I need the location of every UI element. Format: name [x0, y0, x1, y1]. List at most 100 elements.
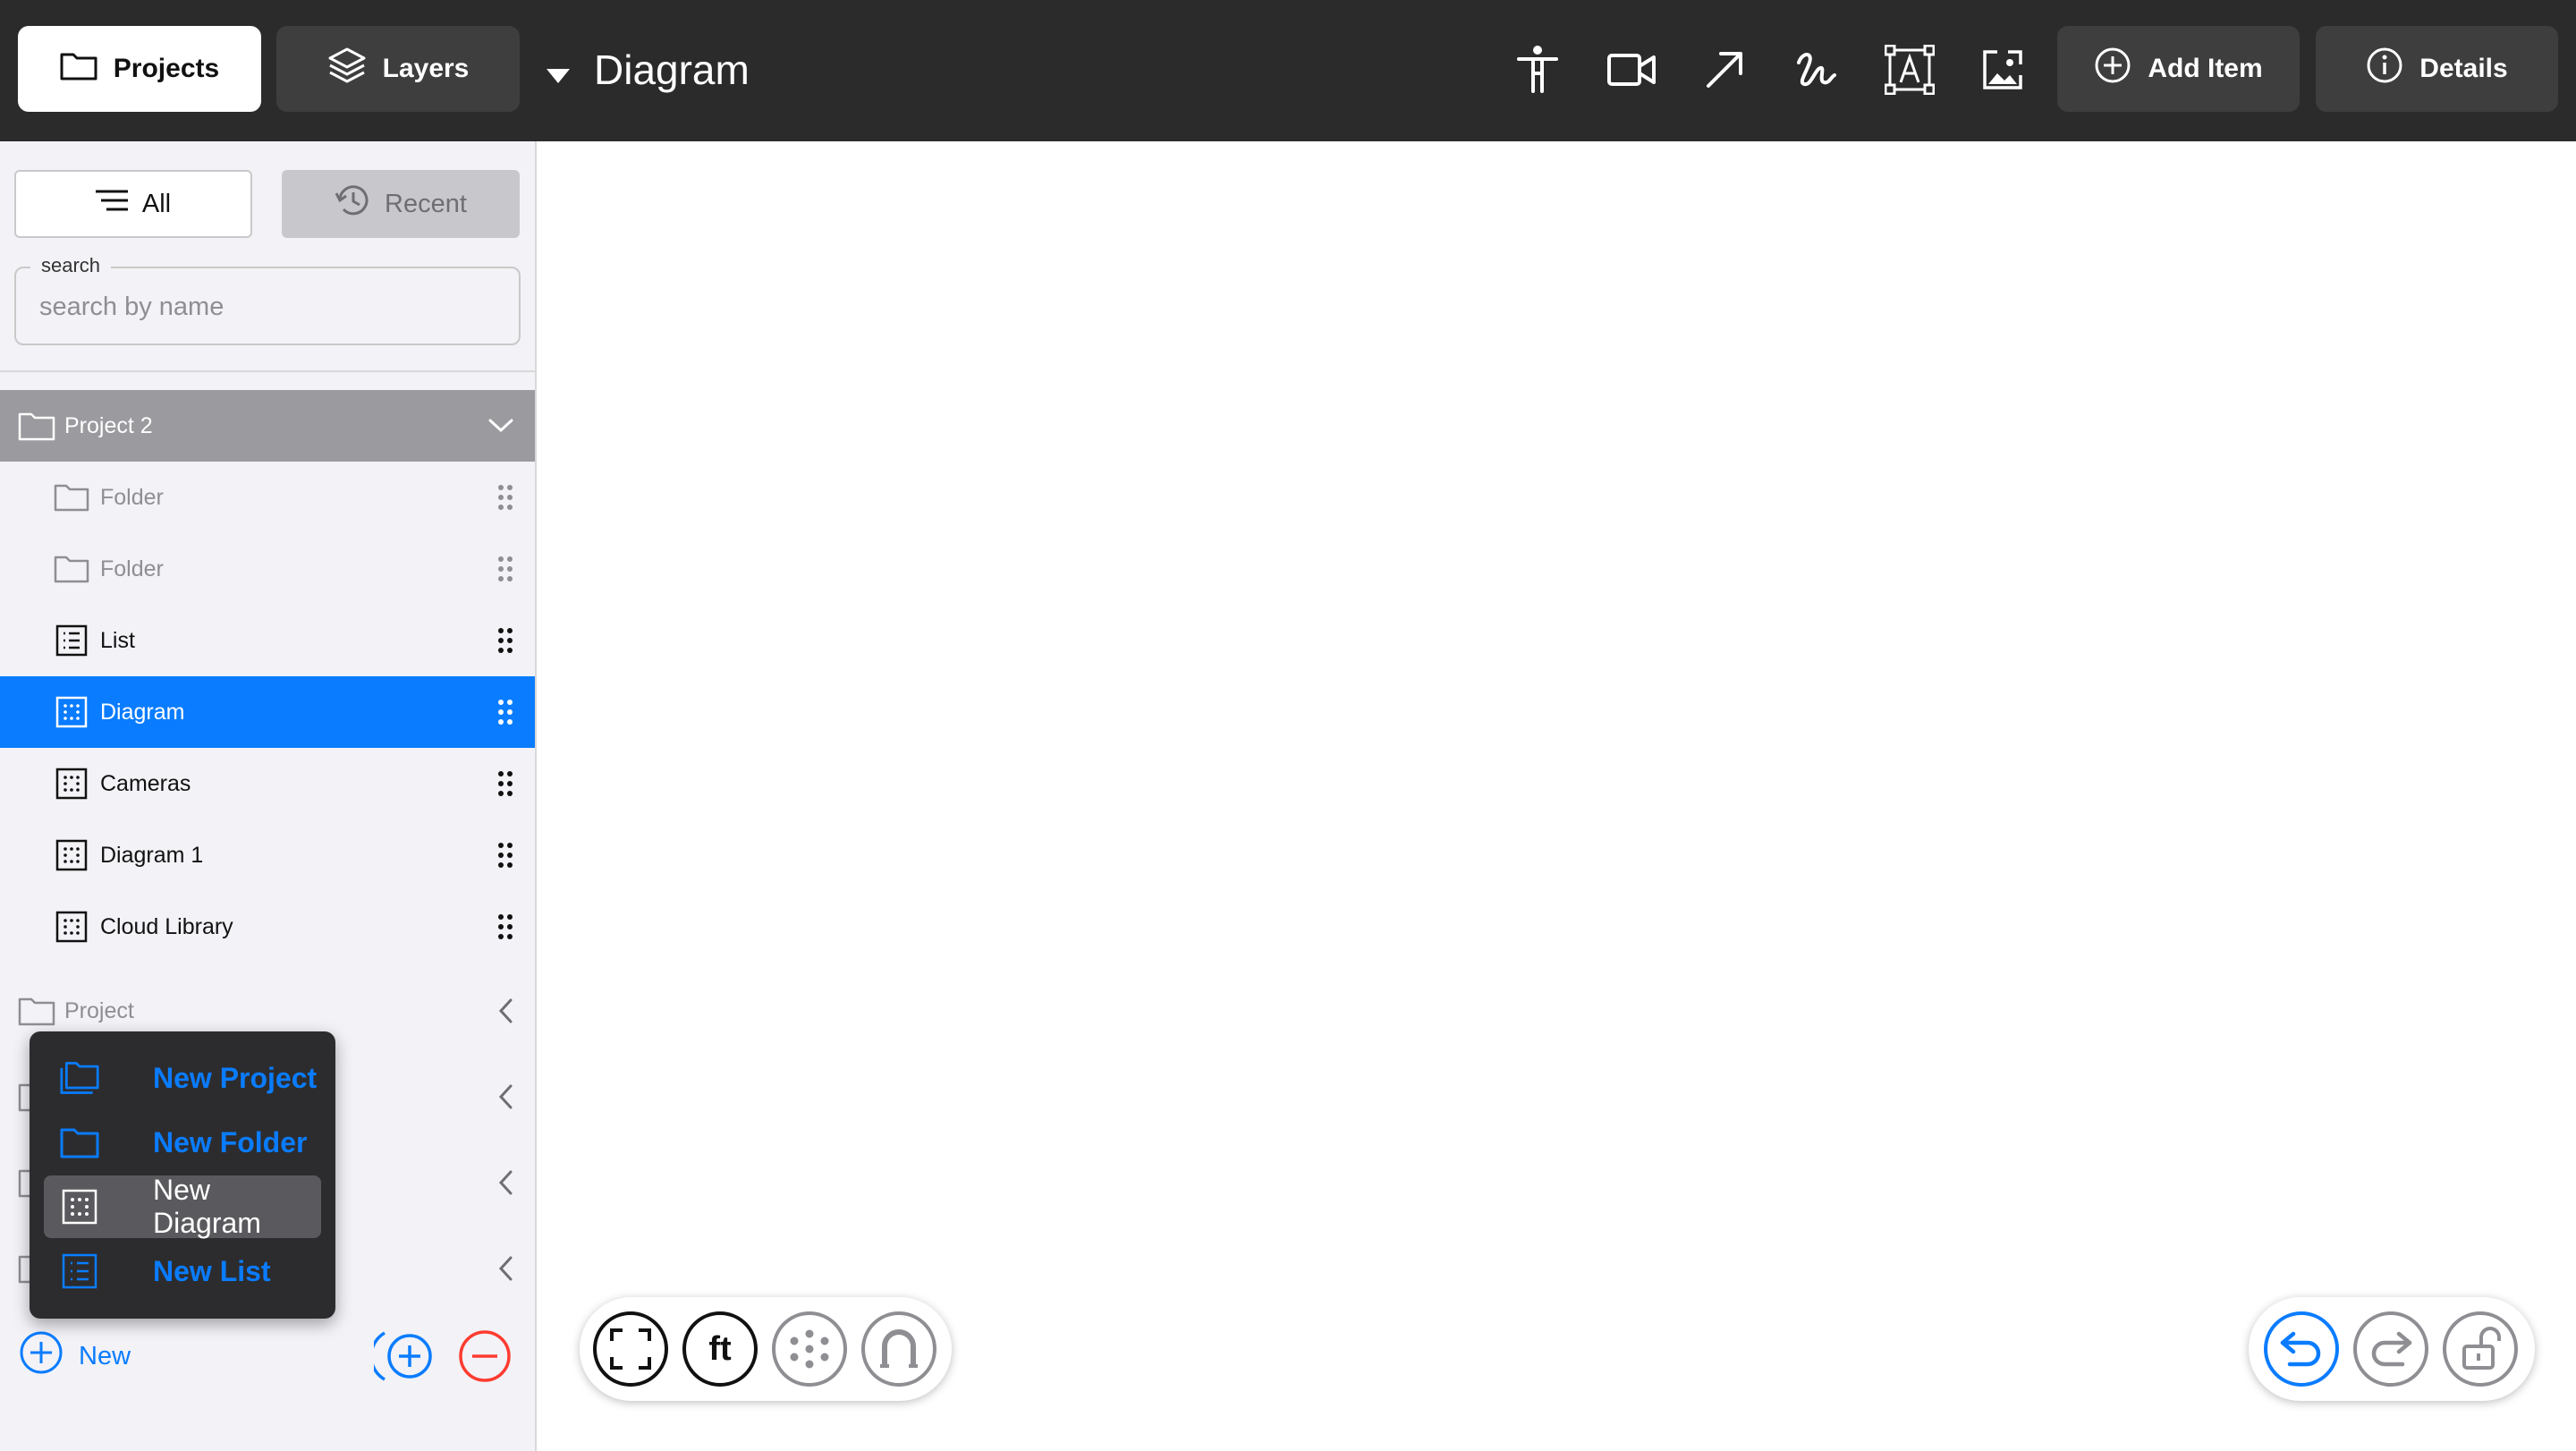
units-label: ft	[708, 1329, 732, 1368]
folder-icon	[60, 50, 97, 88]
folder-icon	[18, 996, 55, 1026]
folder-icon	[18, 411, 55, 441]
diagram-icon	[55, 911, 88, 943]
diagram-title-dropdown[interactable]: Diagram	[546, 36, 750, 104]
list-filter-icon	[95, 189, 128, 219]
chevron-left-icon[interactable]	[497, 1256, 513, 1281]
chevron-down-icon[interactable]	[488, 418, 513, 434]
folder-icon	[54, 555, 89, 583]
minus-circle-icon	[456, 1330, 513, 1388]
tree-item-diagram[interactable]: Diagram	[0, 676, 535, 748]
undo-button[interactable]	[2263, 1311, 2340, 1387]
new-label: New	[79, 1341, 131, 1370]
projects-button[interactable]: Projects	[18, 26, 261, 112]
menu-item-new-diagram[interactable]: New Diagram	[44, 1174, 321, 1239]
project-name: Project 2	[64, 412, 153, 438]
unlock-icon	[2443, 1311, 2518, 1387]
project-row-project-2[interactable]: Project 2	[0, 390, 535, 462]
tree-item-list[interactable]: List	[0, 605, 535, 676]
add-nested-button[interactable]	[369, 1328, 438, 1388]
text-box-icon[interactable]	[1879, 39, 1940, 100]
tree-item-label: Diagram 1	[100, 842, 204, 868]
freehand-icon[interactable]	[1786, 39, 1847, 100]
accessibility-icon[interactable]	[1507, 39, 1568, 100]
video-camera-icon[interactable]	[1601, 39, 1662, 100]
tree-item-folder[interactable]: Folder	[0, 462, 535, 533]
diagram-icon	[55, 696, 88, 728]
menu-item-label: New Diagram	[153, 1174, 261, 1239]
arrow-icon[interactable]	[1694, 39, 1755, 100]
grid-icon	[772, 1311, 847, 1387]
tree-item-label: Cloud Library	[100, 913, 233, 939]
info-icon	[2366, 47, 2403, 91]
page-title: Diagram	[594, 47, 750, 93]
chevron-left-icon[interactable]	[497, 1170, 513, 1195]
menu-item-new-folder[interactable]: New Folder	[44, 1111, 321, 1174]
units-toggle-button[interactable]: ft	[682, 1311, 758, 1387]
remove-button[interactable]	[456, 1328, 513, 1385]
redo-icon	[2353, 1311, 2428, 1387]
image-icon[interactable]	[1972, 39, 2033, 100]
tree-item-label: Folder	[100, 556, 164, 581]
filter-all-label: All	[141, 189, 172, 218]
drag-handle-icon[interactable]	[497, 484, 513, 511]
drag-handle-icon[interactable]	[497, 699, 513, 726]
tree-item-label: Diagram	[100, 699, 185, 725]
tree-item-label: List	[100, 627, 135, 653]
tree-item-folder[interactable]: Folder	[0, 533, 535, 605]
diagram-icon	[55, 839, 88, 871]
tree-item-diagram-1[interactable]: Diagram 1	[0, 819, 535, 891]
details-label: Details	[2419, 54, 2508, 83]
search-field[interactable]: search	[14, 254, 521, 345]
tree-item-label: Folder	[100, 484, 164, 510]
filter-recent-button[interactable]: Recent	[282, 170, 520, 238]
fullscreen-icon	[593, 1311, 668, 1387]
menu-item-label: New Folder	[153, 1125, 308, 1158]
project-name: Project	[64, 997, 134, 1023]
drag-handle-icon[interactable]	[497, 770, 513, 797]
redo-button[interactable]	[2352, 1311, 2429, 1387]
history-icon	[335, 182, 370, 225]
drag-handle-icon[interactable]	[497, 556, 513, 582]
add-item-button[interactable]: Add Item	[2057, 26, 2300, 112]
filter-recent-label: Recent	[385, 189, 467, 218]
plus-in-parentheses-icon	[369, 1331, 438, 1388]
new-item-menu: New Project New Folder New Diagram New L…	[30, 1031, 335, 1319]
tree-item-cloud-library[interactable]: Cloud Library	[0, 891, 535, 963]
canvas-view-controls: ft	[580, 1297, 952, 1401]
drag-handle-icon[interactable]	[497, 842, 513, 869]
filter-all-button[interactable]: All	[14, 170, 252, 238]
search-input[interactable]	[39, 284, 487, 329]
menu-item-label: New Project	[153, 1061, 318, 1094]
menu-item-new-list[interactable]: New List	[44, 1240, 321, 1303]
layers-icon	[327, 47, 367, 91]
layers-button[interactable]: Layers	[276, 26, 520, 112]
plus-circle-icon	[2094, 47, 2131, 91]
folder-icon	[60, 1124, 99, 1160]
drag-handle-icon[interactable]	[497, 627, 513, 654]
diagram-icon	[60, 1189, 99, 1225]
plus-circle-icon	[18, 1329, 64, 1383]
folder-icon	[54, 483, 89, 512]
lock-button[interactable]	[2442, 1311, 2519, 1387]
grid-toggle-button[interactable]	[771, 1311, 848, 1387]
layers-label: Layers	[382, 54, 470, 83]
chevron-left-icon[interactable]	[497, 1084, 513, 1109]
snap-toggle-button[interactable]	[860, 1311, 937, 1387]
details-button[interactable]: Details	[2316, 26, 2558, 112]
magnet-icon	[861, 1311, 936, 1387]
chevron-left-icon[interactable]	[497, 998, 513, 1023]
undo-icon	[2264, 1311, 2339, 1387]
menu-item-new-project[interactable]: New Project	[44, 1047, 321, 1109]
fit-to-screen-button[interactable]	[592, 1311, 669, 1387]
caret-down-icon	[546, 46, 571, 94]
diagram-canvas[interactable]	[537, 141, 2576, 1451]
tree-divider	[0, 370, 537, 372]
diagram-icon	[55, 768, 88, 800]
drag-handle-icon[interactable]	[497, 913, 513, 940]
list-icon	[55, 624, 88, 657]
new-button[interactable]: New	[18, 1331, 131, 1381]
tree-item-cameras[interactable]: Cameras	[0, 748, 535, 819]
search-label: search	[30, 254, 112, 277]
list-icon	[60, 1253, 99, 1289]
